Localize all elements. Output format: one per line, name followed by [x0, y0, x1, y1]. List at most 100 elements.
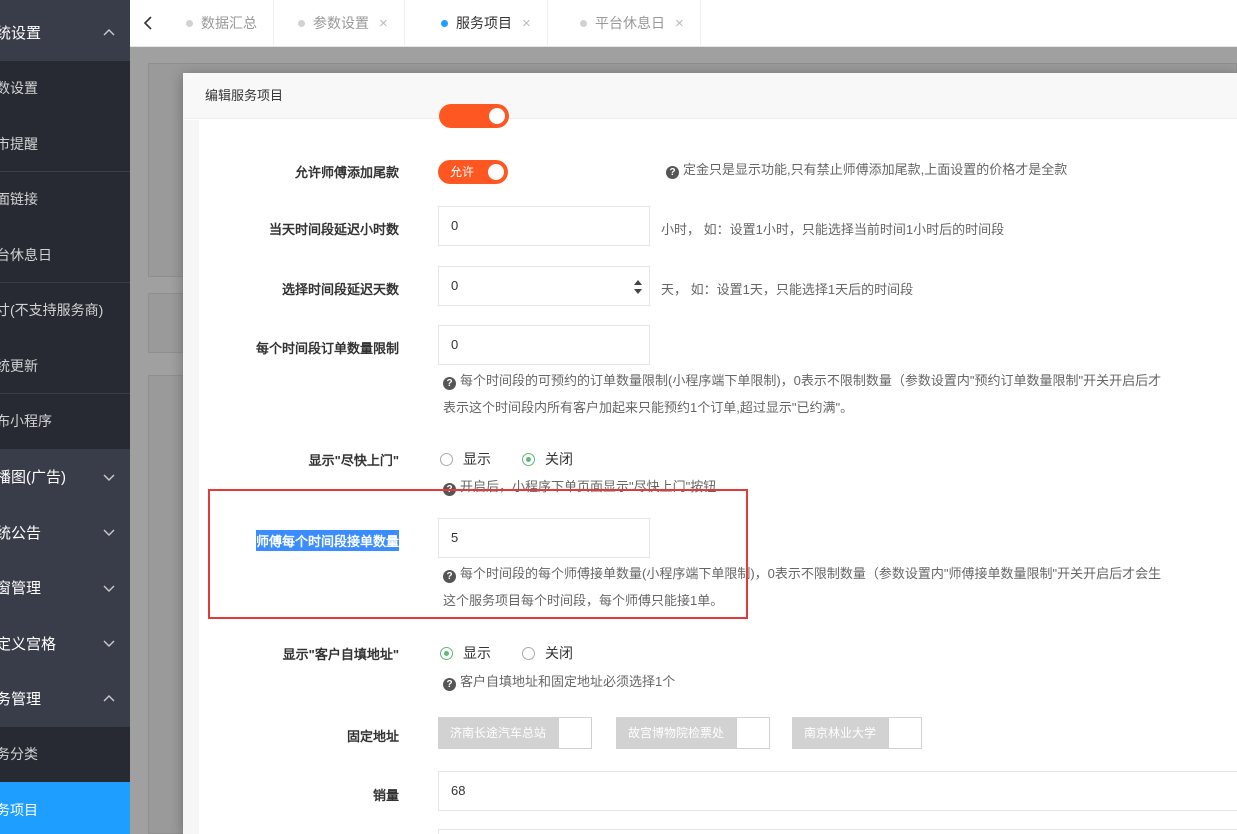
sidebar-item-label: 窗管理: [0, 580, 42, 597]
master-limit-tip: ? 每个时间段的每个师傅接单数量(小程序端下单限制)，0表示不限制数量（参数设置内…: [443, 562, 1161, 586]
radio-icon: [522, 646, 535, 660]
radio-label: 关闭: [545, 645, 573, 661]
chevron-down-icon: [102, 581, 116, 595]
delay-hours-input[interactable]: 0: [438, 206, 650, 246]
sidebar-item[interactable]: 台休息日: [0, 227, 130, 282]
question-icon: ?: [443, 483, 456, 496]
master-limit-input[interactable]: 5: [438, 518, 650, 558]
custom-addr-radio-show[interactable]: 显示: [440, 643, 491, 663]
dialog-title: 编辑服务项目: [183, 73, 1237, 119]
tab-label: 平台休息日: [595, 15, 665, 31]
radio-label: 显示: [463, 645, 491, 661]
tab-close-icon[interactable]: ×: [675, 15, 684, 32]
tab-dot-icon: [186, 19, 193, 27]
tab[interactable]: 参数设置 ×: [282, 0, 405, 46]
chevron-up-icon: [102, 26, 116, 40]
tab-close-icon[interactable]: ×: [379, 15, 388, 32]
show-asap-radio-off[interactable]: 关闭: [522, 449, 573, 469]
tab-label: 参数设置: [313, 15, 369, 31]
delay-days-input[interactable]: 0: [438, 266, 650, 306]
sidebar-item[interactable]: 统设置: [0, 5, 130, 60]
delay-days-value: 0: [451, 278, 459, 293]
sidebar-item-label: 市提醒: [0, 135, 38, 152]
fixed-addr-checkbox[interactable]: [736, 717, 771, 749]
sidebar-item-label: 统设置: [0, 25, 42, 42]
allow-tail-label: 允许师傅添加尾款: [294, 165, 399, 180]
fixed-addr-option[interactable]: 故宫博物院检票处: [616, 717, 771, 749]
custom-addr-tip-text: 客户自填地址和固定地址必须选择1个: [460, 674, 676, 689]
sidebar-item[interactable]: 窗管理: [0, 560, 130, 615]
sidebar-item[interactable]: 统公告: [0, 504, 130, 560]
sidebar-item[interactable]: 数设置: [0, 60, 130, 116]
sidebar-item[interactable]: 寸(不支持服务商): [0, 282, 130, 338]
fixed-addr-option[interactable]: 济南长途汽车总站: [438, 717, 593, 749]
sidebar-item[interactable]: 定义宫格: [0, 615, 130, 671]
master-limit-tip-line1: 每个时间段的每个师傅接单数量(小程序端下单限制)，0表示不限制数量（参数设置内"…: [460, 566, 1162, 581]
fixed-addr-name: 南京林业大学: [792, 717, 889, 749]
sidebar-item[interactable]: 面链接: [0, 171, 130, 227]
fixed-addr-name: 济南长途汽车总站: [438, 717, 559, 749]
radio-label: 关闭: [545, 451, 573, 467]
custom-addr-tip: ? 客户自填地址和固定地址必须选择1个: [443, 670, 675, 694]
sidebar: 统设置数设置市提醒面链接台休息日寸(不支持服务商) 统更新布小程序播图(广告) 统公…: [0, 0, 130, 834]
order-limit-input[interactable]: 0: [438, 325, 650, 365]
previous-switch[interactable]: [439, 104, 509, 128]
question-icon: ?: [666, 166, 679, 179]
delay-hours-label: 当天时间段延迟小时数: [268, 222, 399, 237]
allow-tail-switch-label: 允许: [450, 165, 475, 179]
sidebar-item[interactable]: 播图(广告): [0, 449, 130, 504]
sidebar-item-label: 面链接: [0, 191, 38, 207]
sidebar-item[interactable]: 市提醒: [0, 116, 130, 171]
chevron-down-icon: [102, 470, 116, 484]
tab[interactable]: 平台休息日 ×: [564, 0, 701, 46]
question-icon: ?: [443, 377, 456, 390]
tab[interactable]: 服务项目 ×: [425, 0, 548, 46]
sidebar-item-label: 务管理: [0, 691, 42, 708]
sidebar-item[interactable]: 务管理: [0, 671, 130, 726]
allow-tail-switch[interactable]: 允许: [438, 160, 508, 184]
master-limit-tip-line2: 这个服务项目每个时间段，每个师傅只能接1单。: [443, 593, 724, 608]
show-asap-radio-show[interactable]: 显示: [440, 449, 491, 469]
order-limit-label: 每个时间段订单数量限制: [255, 341, 399, 356]
fixed-addr-checkbox[interactable]: [558, 717, 593, 749]
allow-tail-tip-text: 定金只是显示功能,只有禁止师傅添加尾款,上面设置的价格才是全款: [683, 162, 1068, 177]
sales-input[interactable]: 68: [438, 771, 1237, 811]
radio-icon: [440, 452, 453, 466]
fixed-addr-option[interactable]: 南京林业大学: [792, 717, 923, 749]
sidebar-item-label: 布小程序: [0, 413, 52, 429]
sidebar-item[interactable]: 务分类: [0, 726, 130, 782]
radio-icon: [522, 452, 535, 466]
custom-addr-radio-off[interactable]: 关闭: [522, 643, 573, 663]
radio-label: 显示: [463, 451, 491, 467]
chevron-down-icon: [102, 525, 116, 539]
master-limit-label: 师傅每个时间段接单数量: [255, 530, 399, 551]
delay-hours-hint: 小时， 如：设置1小时，只能选择当前时间1小时后的时间段: [661, 222, 1005, 237]
sales-label: 销量: [372, 788, 399, 803]
tab-dot-icon: [580, 19, 587, 27]
order-limit-tip: ? 每个时间段的可预约的订单数量限制(小程序端下单限制)，0表示不限制数量（参数设…: [443, 369, 1161, 393]
sidebar-item[interactable]: 布小程序: [0, 393, 130, 449]
chevron-up-icon: [102, 692, 116, 706]
next-field-input[interactable]: [438, 829, 1237, 834]
sidebar-item-label: 寸(不支持服务商): [0, 302, 104, 318]
sidebar-item[interactable]: 统更新: [0, 338, 130, 393]
sidebar-item-label: 务项目: [0, 801, 38, 818]
tab[interactable]: 数据汇总: [170, 0, 274, 46]
sidebar-item-label: 定义宫格: [0, 635, 57, 653]
tab-close-icon[interactable]: ×: [522, 15, 531, 32]
fixed-addr-checkbox[interactable]: [888, 717, 923, 749]
delay-days-hint: 天， 如：设置1天，只能选择1天后的时间段: [661, 282, 914, 297]
allow-tail-tip: ? 定金只是显示功能,只有禁止师傅添加尾款,上面设置的价格才是全款: [666, 158, 1067, 182]
chevron-down-icon: [102, 636, 116, 650]
sidebar-item-label: 务分类: [0, 746, 38, 762]
tab-scroll-left-icon[interactable]: [138, 12, 160, 34]
edit-service-dialog: 编辑服务项目 允许师傅添加尾款 允许 ? 定金只是显示功能,只有禁止师傅添加尾款,…: [183, 73, 1237, 834]
fixed-addr-label: 固定地址: [346, 729, 399, 744]
number-spinner-icon[interactable]: [633, 279, 643, 295]
delay-days-label: 选择时间段延迟天数: [281, 282, 399, 297]
sidebar-item-label: 统更新: [0, 357, 38, 374]
show-asap-tip: ? 开启后，小程序下单页面显示"尽快上门"按钮: [443, 475, 716, 499]
sidebar-item[interactable]: 务项目: [0, 782, 130, 834]
tab-dot-icon: [441, 19, 448, 27]
sidebar-item-label: 播图(广告): [0, 469, 66, 486]
